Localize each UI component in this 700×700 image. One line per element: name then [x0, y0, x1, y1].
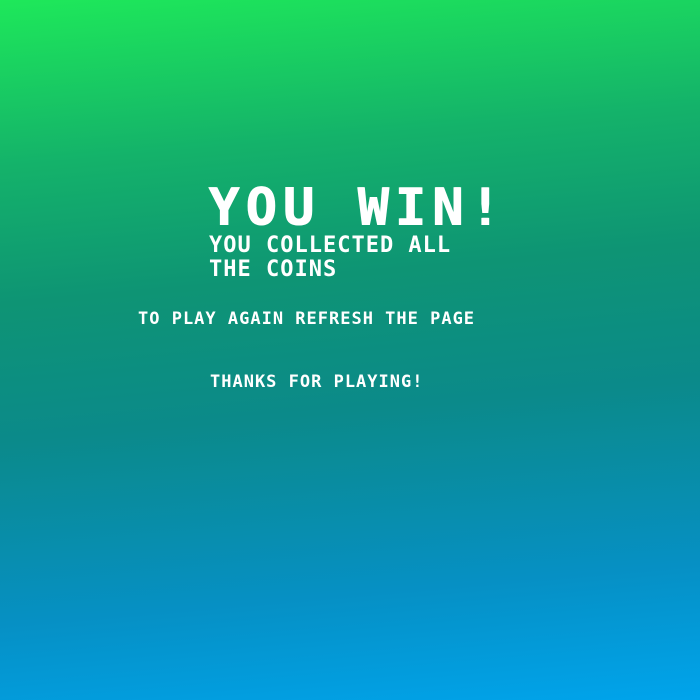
win-subtitle-line-1: YOU COLLECTED ALL: [209, 233, 452, 258]
win-screen: YOU WIN! YOU COLLECTED ALL THE COINS TO …: [0, 0, 700, 700]
win-subtitle-line-2: THE COINS: [209, 257, 338, 282]
thanks-message: THANKS FOR PLAYING!: [210, 372, 424, 392]
refresh-instruction: TO PLAY AGAIN REFRESH THE PAGE: [138, 309, 476, 329]
win-title: YOU WIN!: [208, 178, 507, 238]
win-subtitle: YOU COLLECTED ALL THE COINS: [209, 234, 549, 282]
